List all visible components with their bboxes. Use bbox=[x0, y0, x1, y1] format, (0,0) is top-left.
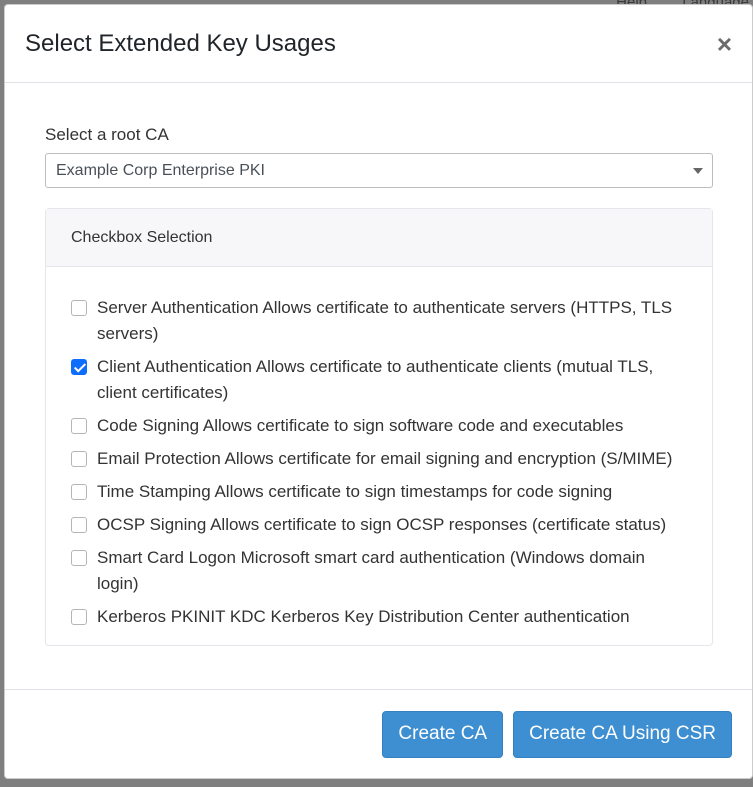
option-label: Server Authentication Allows certificate… bbox=[97, 298, 673, 343]
option-label: Code Signing Allows certificate to sign … bbox=[97, 416, 624, 435]
close-icon[interactable]: × bbox=[717, 31, 732, 57]
checkbox[interactable] bbox=[71, 517, 87, 533]
modal-title: Select Extended Key Usages bbox=[25, 29, 336, 57]
option-kerberos-pkinit-kdc[interactable]: Kerberos PKINIT KDC Kerberos Key Distrib… bbox=[71, 604, 687, 630]
option-smart-card-logon[interactable]: Smart Card Logon Microsoft smart card au… bbox=[71, 545, 687, 597]
checkbox[interactable] bbox=[71, 609, 87, 625]
option-label: Email Protection Allows certificate for … bbox=[97, 449, 673, 468]
option-server-authentication[interactable]: Server Authentication Allows certificate… bbox=[71, 295, 687, 347]
checkbox[interactable] bbox=[71, 550, 87, 566]
card-header: Checkbox Selection bbox=[46, 209, 712, 267]
extended-key-usage-modal: Select Extended Key Usages × Select a ro… bbox=[4, 4, 753, 779]
option-label: Smart Card Logon Microsoft smart card au… bbox=[97, 548, 646, 593]
root-ca-selected-value: Example Corp Enterprise PKI bbox=[56, 161, 265, 179]
option-time-stamping[interactable]: Time Stamping Allows certificate to sign… bbox=[71, 479, 687, 505]
checkbox[interactable] bbox=[71, 418, 87, 434]
checkbox[interactable] bbox=[71, 484, 87, 500]
chevron-down-icon bbox=[693, 168, 703, 174]
modal-footer: Create CA Create CA Using CSR bbox=[5, 689, 752, 778]
modal-header: Select Extended Key Usages × bbox=[5, 5, 752, 83]
root-ca-label: Select a root CA bbox=[45, 125, 169, 144]
option-code-signing[interactable]: Code Signing Allows certificate to sign … bbox=[71, 413, 687, 439]
option-label: Kerberos PKINIT KDC Kerberos Key Distrib… bbox=[97, 607, 630, 626]
option-ocsp-signing[interactable]: OCSP Signing Allows certificate to sign … bbox=[71, 512, 687, 538]
option-label: OCSP Signing Allows certificate to sign … bbox=[97, 515, 667, 534]
modal-body: Select a root CA Example Corp Enterprise… bbox=[5, 83, 752, 646]
option-label: Time Stamping Allows certificate to sign… bbox=[97, 482, 613, 501]
checkbox-selection-card: Checkbox Selection Server Authentication… bbox=[45, 208, 713, 646]
create-ca-using-csr-button[interactable]: Create CA Using CSR bbox=[513, 710, 732, 758]
root-ca-select[interactable]: Example Corp Enterprise PKI bbox=[45, 153, 713, 188]
option-email-protection[interactable]: Email Protection Allows certificate for … bbox=[71, 446, 687, 472]
checkbox[interactable] bbox=[71, 451, 87, 467]
create-ca-button[interactable]: Create CA bbox=[382, 710, 504, 758]
option-label: Client Authentication Allows certificate… bbox=[97, 357, 654, 402]
checkbox-list: Server Authentication Allows certificate… bbox=[46, 267, 712, 630]
checkbox[interactable] bbox=[71, 359, 87, 375]
option-client-authentication[interactable]: Client Authentication Allows certificate… bbox=[71, 354, 687, 406]
checkbox[interactable] bbox=[71, 300, 87, 316]
